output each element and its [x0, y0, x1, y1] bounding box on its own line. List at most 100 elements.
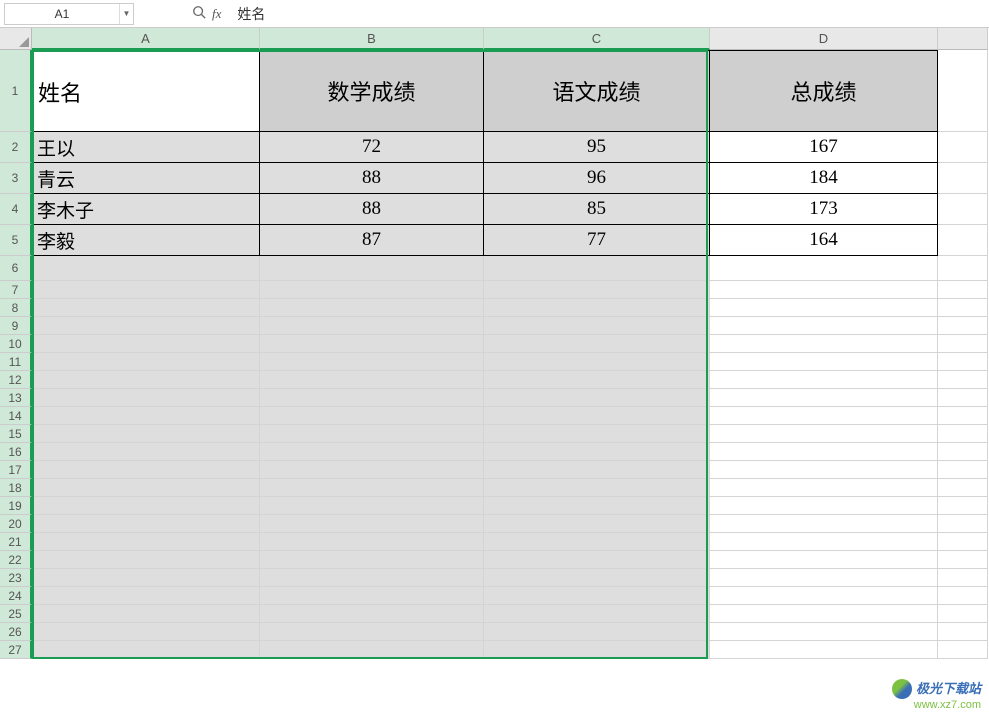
cell[interactable]: 184 [710, 163, 938, 194]
row-header-14[interactable]: 14 [0, 407, 32, 425]
cell[interactable] [260, 497, 484, 515]
cell[interactable] [484, 497, 710, 515]
cell[interactable] [484, 389, 710, 407]
row-header-15[interactable]: 15 [0, 425, 32, 443]
cell[interactable] [938, 623, 988, 641]
cell[interactable] [32, 299, 260, 317]
cell[interactable] [938, 299, 988, 317]
cell[interactable] [938, 335, 988, 353]
row-header-21[interactable]: 21 [0, 533, 32, 551]
cell[interactable] [938, 50, 988, 132]
cell[interactable] [710, 551, 938, 569]
cell[interactable]: 姓名 [32, 50, 260, 132]
row-header-6[interactable]: 6 [0, 256, 32, 281]
row-header-13[interactable]: 13 [0, 389, 32, 407]
cell[interactable] [32, 407, 260, 425]
cell[interactable]: 72 [260, 132, 484, 163]
cell[interactable] [484, 335, 710, 353]
cell[interactable] [260, 335, 484, 353]
fx-icon[interactable]: fx [212, 6, 221, 22]
cell[interactable] [938, 569, 988, 587]
cell[interactable] [710, 479, 938, 497]
cell[interactable] [710, 335, 938, 353]
cell[interactable] [32, 317, 260, 335]
cell[interactable]: 李毅 [32, 225, 260, 256]
cell[interactable] [32, 569, 260, 587]
cell[interactable] [484, 317, 710, 335]
cell[interactable] [938, 515, 988, 533]
cell[interactable] [938, 551, 988, 569]
name-box[interactable]: A1 ▼ [4, 3, 134, 25]
cell[interactable] [938, 353, 988, 371]
cell[interactable] [938, 641, 988, 659]
row-header-2[interactable]: 2 [0, 132, 32, 163]
cell[interactable] [710, 623, 938, 641]
grid-body[interactable]: 姓名数学成绩语文成绩总成绩王以7295167青云8896184李木子888517… [32, 50, 988, 659]
cell[interactable] [260, 256, 484, 281]
cell[interactable]: 总成绩 [710, 50, 938, 132]
cell[interactable] [710, 281, 938, 299]
cell[interactable] [260, 299, 484, 317]
cell[interactable] [260, 641, 484, 659]
cell[interactable] [484, 443, 710, 461]
cell[interactable] [938, 163, 988, 194]
cell[interactable] [260, 371, 484, 389]
cell[interactable] [710, 443, 938, 461]
cell[interactable] [32, 551, 260, 569]
name-box-dropdown-icon[interactable]: ▼ [119, 4, 133, 24]
cell[interactable] [260, 587, 484, 605]
cell[interactable] [484, 256, 710, 281]
cell[interactable] [484, 605, 710, 623]
cell[interactable] [710, 317, 938, 335]
cell[interactable] [484, 551, 710, 569]
row-header-12[interactable]: 12 [0, 371, 32, 389]
cell[interactable] [938, 443, 988, 461]
cell[interactable] [710, 389, 938, 407]
column-header-B[interactable]: B [260, 28, 484, 50]
cell[interactable] [938, 533, 988, 551]
cell[interactable] [32, 587, 260, 605]
cell[interactable] [260, 317, 484, 335]
column-header-D[interactable]: D [710, 28, 938, 50]
cell[interactable]: 85 [484, 194, 710, 225]
row-header-16[interactable]: 16 [0, 443, 32, 461]
cell[interactable] [260, 353, 484, 371]
cell[interactable] [710, 641, 938, 659]
cell[interactable] [484, 425, 710, 443]
cell[interactable] [938, 256, 988, 281]
cell[interactable] [32, 353, 260, 371]
cell[interactable] [32, 479, 260, 497]
cell[interactable] [710, 605, 938, 623]
cell[interactable] [260, 389, 484, 407]
cell[interactable] [710, 425, 938, 443]
cell[interactable]: 王以 [32, 132, 260, 163]
cell[interactable] [260, 515, 484, 533]
cell[interactable]: 李木子 [32, 194, 260, 225]
column-header-C[interactable]: C [484, 28, 710, 50]
select-all-corner[interactable] [0, 28, 32, 50]
cell[interactable]: 95 [484, 132, 710, 163]
cell[interactable] [260, 461, 484, 479]
cell[interactable]: 语文成绩 [484, 50, 710, 132]
cell[interactable] [484, 623, 710, 641]
cell[interactable] [710, 299, 938, 317]
search-icon[interactable] [192, 5, 206, 22]
cell[interactable] [260, 533, 484, 551]
cell[interactable] [32, 623, 260, 641]
row-header-1[interactable]: 1 [0, 50, 32, 132]
cell[interactable] [938, 425, 988, 443]
cell[interactable] [710, 569, 938, 587]
cell[interactable] [710, 497, 938, 515]
cell[interactable] [32, 335, 260, 353]
cell[interactable] [938, 461, 988, 479]
cell[interactable] [938, 407, 988, 425]
cell[interactable] [938, 281, 988, 299]
cell[interactable] [938, 225, 988, 256]
cell[interactable] [484, 407, 710, 425]
row-header-7[interactable]: 7 [0, 281, 32, 299]
cell[interactable] [32, 461, 260, 479]
cell[interactable] [484, 479, 710, 497]
row-header-18[interactable]: 18 [0, 479, 32, 497]
row-header-17[interactable]: 17 [0, 461, 32, 479]
cell[interactable]: 173 [710, 194, 938, 225]
